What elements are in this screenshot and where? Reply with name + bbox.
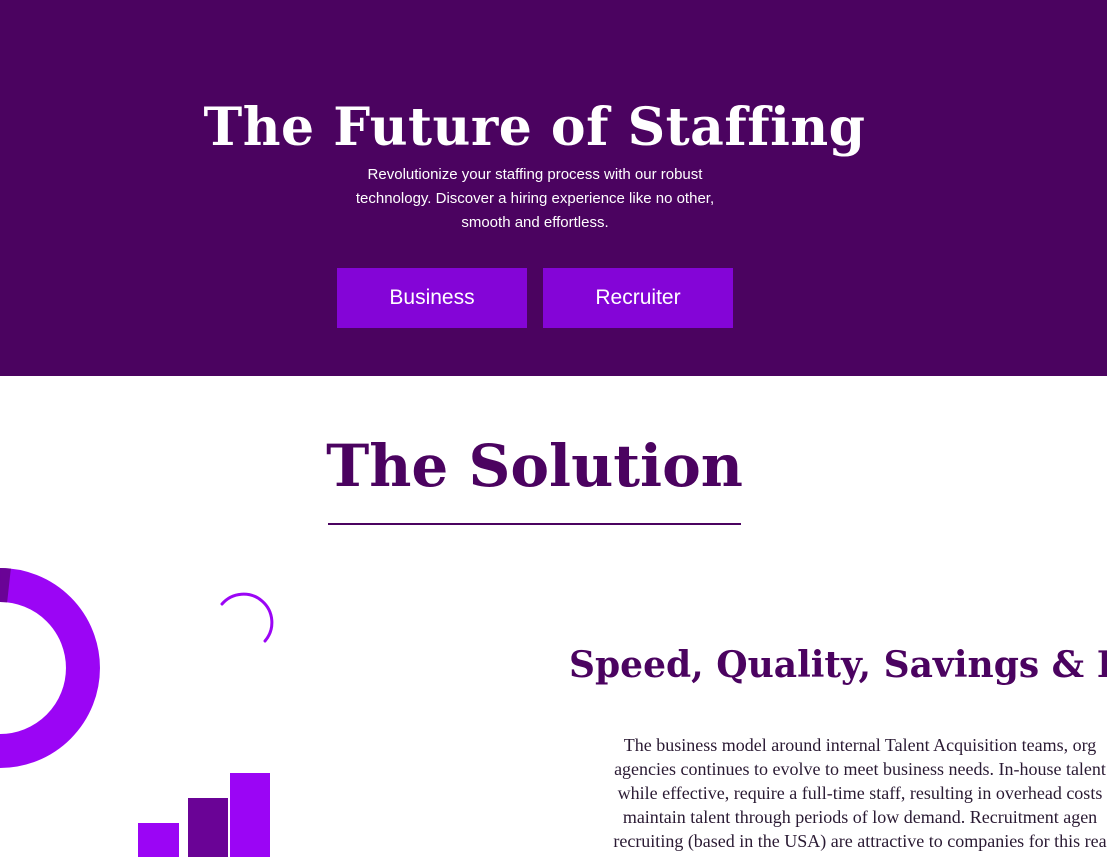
bar-chart-icon bbox=[138, 773, 270, 857]
feature-title: Speed, Quality, Savings & In bbox=[569, 644, 1107, 686]
bar-small bbox=[138, 823, 179, 857]
hero-subtitle: Revolutionize your staffing process with… bbox=[355, 166, 715, 231]
section-divider bbox=[328, 523, 741, 525]
body-line: maintain talent through periods of low d… bbox=[622, 807, 1098, 827]
analytics-illustration bbox=[0, 568, 274, 857]
body-line: The business model around internal Talen… bbox=[623, 735, 1097, 755]
business-button[interactable]: Business bbox=[337, 268, 527, 328]
hero-section: The Future of Staffing Revolutionize you… bbox=[0, 0, 1107, 376]
body-line: agencies continues to evolve to meet bus… bbox=[614, 759, 1106, 779]
bar-tall bbox=[230, 773, 270, 857]
bar-medium bbox=[188, 798, 228, 857]
solution-body: The business model around internal Talen… bbox=[545, 733, 1107, 853]
body-line: recruiting (based in the USA) are attrac… bbox=[613, 831, 1107, 851]
solution-title: The Solution bbox=[326, 432, 743, 500]
hero-title: The Future of Staffing bbox=[203, 97, 866, 158]
loading-arc-icon bbox=[220, 592, 274, 643]
donut-chart-icon bbox=[0, 568, 100, 768]
recruiter-button[interactable]: Recruiter bbox=[543, 268, 733, 328]
body-line: while effective, require a full-time sta… bbox=[617, 783, 1103, 803]
